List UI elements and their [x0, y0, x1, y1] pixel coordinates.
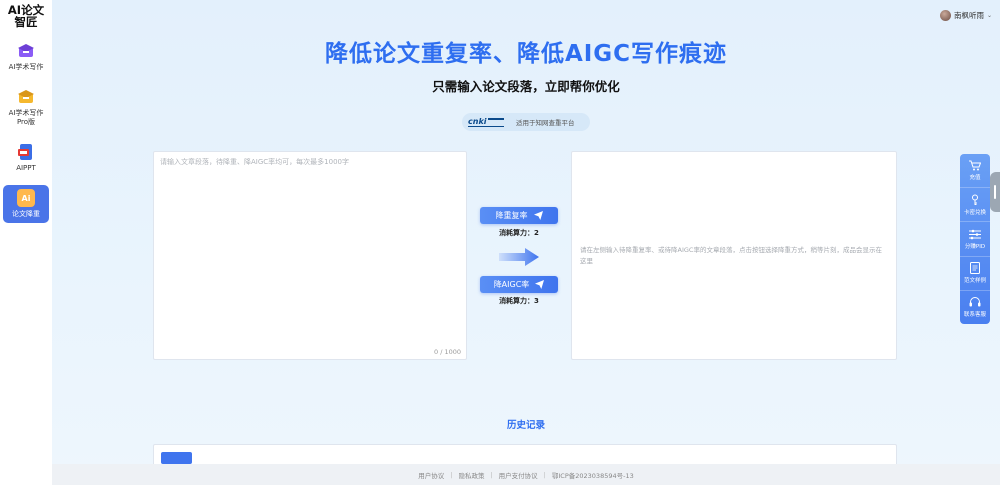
sidebar-item-label: AI学术写作 [8, 63, 44, 71]
app-logo[interactable]: AI论文 智匠 [8, 4, 44, 28]
headset-icon [969, 297, 981, 307]
sidebar-item-label: 论文降重 [12, 210, 40, 218]
button-label: 降重复率 [495, 211, 528, 220]
cost-label: 消耗算力：2 [499, 229, 539, 237]
footer-separator: | [450, 470, 453, 479]
tool-label: 分赚PID [964, 243, 986, 250]
send-icon [535, 280, 545, 289]
sidebar-item-label: AIPPT [16, 164, 36, 172]
button-label: 降AIGC率 [493, 280, 530, 289]
page-subtitle: 只需输入论文段落，立即帮你优化 [432, 79, 620, 94]
paper-input[interactable] [154, 152, 466, 359]
page-title: 降低论文重复率、降低AIGC写作痕迹 [324, 41, 728, 67]
tool-recharge[interactable]: 充值 [960, 154, 990, 189]
tool-label: 充值 [969, 175, 981, 182]
floating-toolbar: 充值 卡密兑换 分赚PID 范文样例 联系客服 [960, 154, 990, 324]
sidebar-item-aippt[interactable]: AIPPT [3, 139, 49, 177]
cnki-logo: cnki [468, 116, 506, 128]
output-panel: 请在左侧输入待降重复率、或待降AIGC率的文章段落，点击按钮选择降重方式，稍等片… [571, 151, 897, 360]
history-title: 历史记录 [506, 420, 545, 431]
cart-icon [969, 160, 981, 171]
footer-link-user-agreement[interactable]: 用户协议 [418, 470, 444, 480]
tool-label: 联系客服 [963, 312, 986, 319]
reduce-repeat-button[interactable]: 降重复率 [480, 207, 558, 224]
tool-support[interactable]: 联系客服 [960, 291, 990, 324]
key-icon [972, 194, 978, 205]
graduation-cap-icon [17, 42, 35, 60]
platform-badge: cnki 适用于知网查重平台 [462, 113, 590, 131]
document-icon [970, 262, 980, 275]
tool-label: 范文样例 [963, 278, 986, 285]
ai-badge-icon: Ai [17, 189, 35, 207]
send-icon [533, 211, 543, 220]
char-counter: 0 / 1000 [434, 348, 461, 356]
svg-text:cnki: cnki [468, 117, 487, 126]
sidebar-item-label: AI学术写作Pro版 [8, 109, 44, 126]
avatar [939, 10, 951, 21]
logo-line-2: 智匠 [14, 15, 38, 29]
footer-link-payment-agreement[interactable]: 用户支付协议 [499, 470, 538, 480]
platform-text: 适用于知网查重平台 [516, 119, 575, 127]
username: 南枫听雨 [953, 11, 984, 20]
user-menu[interactable]: 南枫听雨 ⌄ [939, 10, 992, 21]
output-placeholder: 请在左侧输入待降重复率、或待降AIGC率的文章段落，点击按钮选择降重方式，稍等片… [580, 245, 882, 265]
tool-share-earn[interactable]: 分赚PID [960, 222, 990, 257]
footer: 用户协议 | 隐私政策 | 用户支付协议 | 鄂ICP备2023038594号-… [52, 464, 1000, 485]
sidebar-item-ai-writing[interactable]: AI学术写作 [3, 38, 49, 76]
tool-card-redeem[interactable]: 卡密兑换 [960, 188, 990, 223]
chevron-down-icon: ⌄ [986, 12, 992, 19]
sidebar: AI论文 智匠 AI学术写作 AI学术写作Pro版 AIPPT Ai 论文降重 [0, 0, 52, 485]
ppt-icon [17, 143, 35, 161]
tool-label: 卡密兑换 [963, 209, 986, 216]
arrow-right-icon [499, 248, 539, 266]
tool-sample-papers[interactable]: 范文样例 [960, 257, 990, 291]
sidebar-item-ai-writing-pro[interactable]: AI学术写作Pro版 [3, 84, 49, 131]
sidebar-item-paper-reduce[interactable]: Ai 论文降重 [3, 185, 49, 223]
footer-icp[interactable]: 鄂ICP备2023038594号-13 [552, 470, 634, 480]
reduce-aigc-button[interactable]: 降AIGC率 [480, 276, 558, 293]
cost-label: 消耗算力：3 [499, 297, 539, 305]
footer-separator: | [490, 470, 493, 479]
footer-separator: | [543, 470, 546, 479]
graduation-cap-icon [17, 88, 35, 106]
sliders-icon [969, 229, 981, 239]
input-panel: 0 / 1000 [153, 151, 467, 360]
history-tab[interactable] [161, 452, 192, 464]
footer-link-privacy[interactable]: 隐私政策 [458, 470, 484, 480]
side-collapse-handle[interactable] [990, 172, 1000, 212]
